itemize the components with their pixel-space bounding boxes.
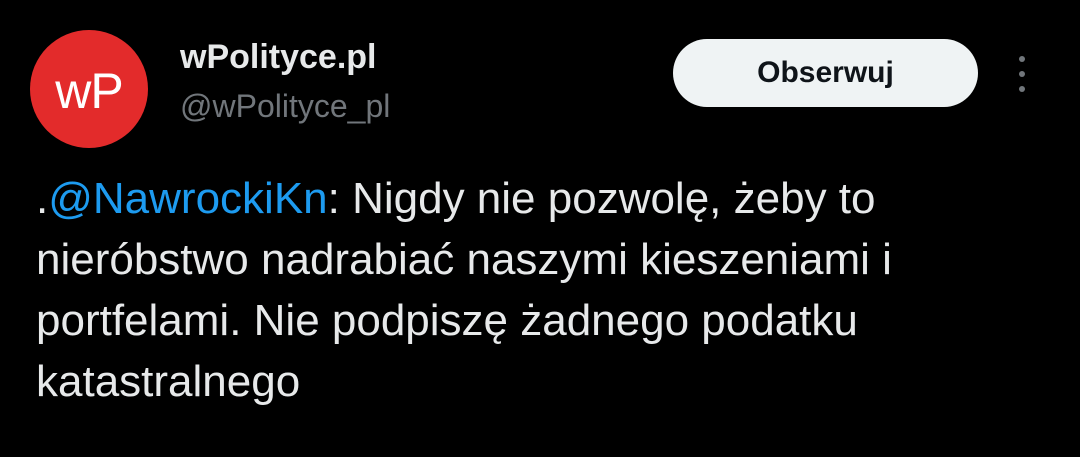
logo-letter-w: w xyxy=(55,63,91,119)
more-vertical-icon[interactable] xyxy=(1010,56,1034,92)
tweet-card: wP wPolityce.pl @wPolityce_pl Obserwuj .… xyxy=(0,0,1080,457)
mention-link[interactable]: @NawrockiKn xyxy=(48,174,327,223)
follow-button[interactable]: Obserwuj xyxy=(673,39,978,107)
wpolityce-logo: wP xyxy=(55,63,123,119)
account-display-name[interactable]: wPolityce.pl xyxy=(180,38,377,77)
more-icon-dot xyxy=(1019,71,1025,77)
more-icon-dot xyxy=(1019,56,1025,62)
tweet-text-prefix: . xyxy=(36,174,49,223)
logo-letter-p: P xyxy=(90,63,123,119)
tweet-text: .@NawrockiKn: Nigdy nie pozwolę, żeby to… xyxy=(36,168,1056,412)
more-icon-dot xyxy=(1019,86,1025,92)
avatar[interactable]: wP xyxy=(30,30,148,148)
account-handle[interactable]: @wPolityce_pl xyxy=(180,88,390,125)
